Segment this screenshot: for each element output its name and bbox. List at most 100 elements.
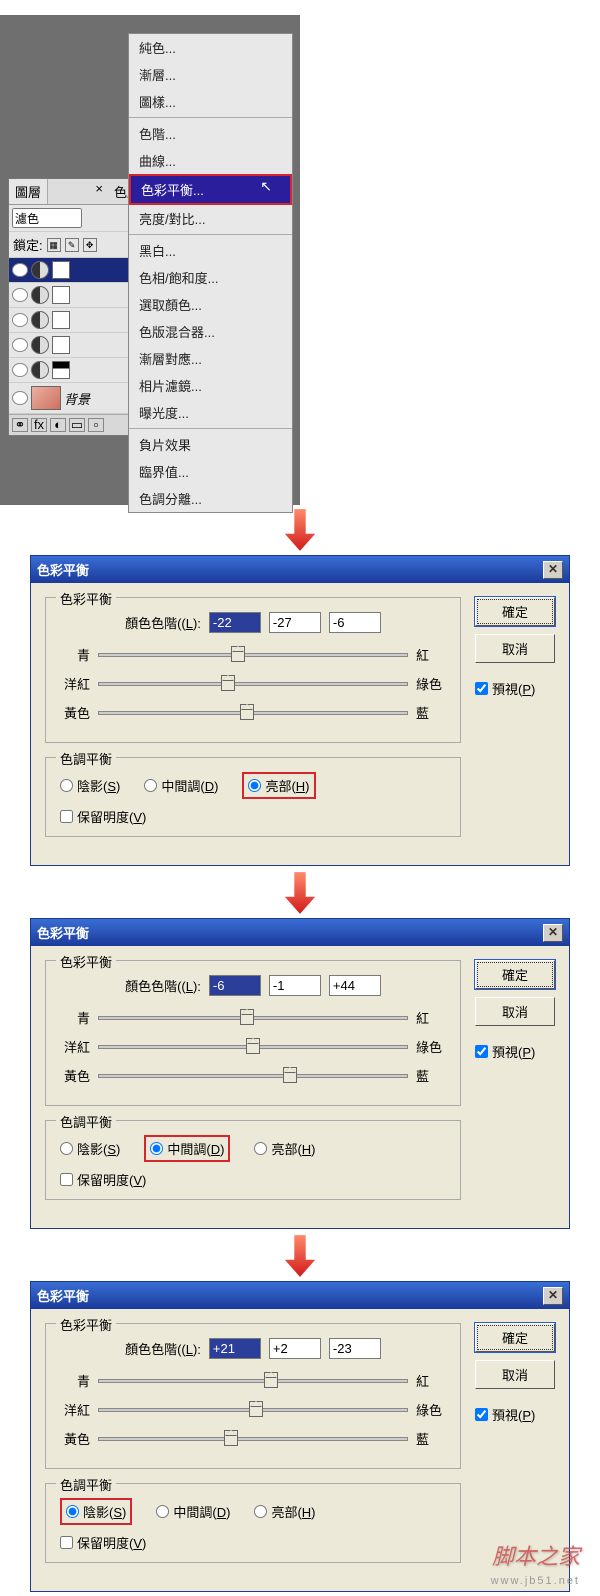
menu-item[interactable]: 臨界值... [129,458,292,485]
cancel-button[interactable]: 取消 [475,634,555,663]
mask-icon[interactable]: ◐ [50,418,66,432]
menu-item[interactable]: 漸層對應... [129,345,292,372]
menu-item[interactable]: 亮度/對比... [129,205,292,232]
layer-row[interactable] [9,333,147,358]
tone-radio-hl[interactable]: 亮部(H) [254,1502,315,1521]
preview-checkbox[interactable]: 預視(P) [475,679,555,698]
close-button[interactable]: ✕ [543,1287,563,1305]
slider-track[interactable] [98,1074,408,1078]
slider-thumb[interactable] [240,704,254,720]
slider-thumb[interactable] [221,675,235,691]
tab-close-icon[interactable]: × [90,179,108,204]
menu-item[interactable]: 相片濾鏡... [129,372,292,399]
new-layer-icon[interactable]: ▫ [88,418,104,432]
preserve-luminosity-checkbox[interactable]: 保留明度(V) [60,1170,446,1189]
slider-thumb[interactable] [224,1430,238,1446]
preview-checkbox[interactable]: 預視(P) [475,1405,555,1424]
slider-track[interactable] [98,1016,408,1020]
level-input-2[interactable] [269,612,321,633]
slider-thumb[interactable] [231,646,245,662]
tone-radio-hl[interactable]: 亮部(H) [242,772,315,799]
preserve-luminosity-checkbox[interactable]: 保留明度(V) [60,1533,446,1552]
tone-radio-hl[interactable]: 亮部(H) [254,1139,315,1158]
slider-thumb[interactable] [246,1038,260,1054]
titlebar: 色彩平衡 ✕ [31,556,569,583]
menu-item[interactable]: 色彩平衡...↖ [129,174,292,205]
group-title: 色調平衡 [56,1475,116,1494]
tone-radio-mid[interactable]: 中間調(D) [156,1502,230,1521]
layer-row[interactable]: 背景 [9,383,147,414]
menu-item[interactable]: 曝光度... [129,399,292,426]
level-input-1[interactable] [209,612,261,633]
menu-item[interactable]: 黑白... [129,237,292,264]
menu-item[interactable]: 負片效果 [129,431,292,458]
slider-track[interactable] [98,1437,408,1441]
level-input-1[interactable] [209,1338,261,1359]
preview-checkbox[interactable]: 預視(P) [475,1042,555,1061]
menu-item[interactable]: 色階... [129,120,292,147]
preserve-luminosity-checkbox[interactable]: 保留明度(V) [60,807,446,826]
close-button[interactable]: ✕ [543,561,563,579]
tone-radio-shadows[interactable]: 陰影(S) [60,1498,132,1525]
visibility-icon[interactable] [12,313,28,327]
layer-row[interactable] [9,258,147,283]
level-input-2[interactable] [269,975,321,996]
layer-name: 背景 [64,389,90,408]
lock-transparent-icon[interactable]: ▦ [47,238,61,252]
level-input-3[interactable] [329,975,381,996]
fx-icon[interactable]: fx [31,418,47,432]
menu-item[interactable]: 選取顏色... [129,291,292,318]
slider-track[interactable] [98,682,408,686]
level-input-1[interactable] [209,975,261,996]
lock-position-icon[interactable]: ✥ [83,238,97,252]
slider-row: 青 紅 [60,1371,446,1390]
menu-item[interactable]: 色相/飽和度... [129,264,292,291]
folder-icon[interactable]: ▭ [69,418,85,432]
layer-row[interactable] [9,283,147,308]
slider-track[interactable] [98,1408,408,1412]
lock-paint-icon[interactable]: ✎ [65,238,79,252]
slider-thumb[interactable] [240,1009,254,1025]
levels-label: 顏色色階((L): [125,613,201,632]
level-input-3[interactable] [329,1338,381,1359]
menu-item[interactable]: 漸層... [129,61,292,88]
layer-row[interactable] [9,358,147,383]
ok-button[interactable]: 確定 [475,1323,555,1352]
visibility-icon[interactable] [12,263,28,277]
slider-right-label: 紅 [416,1008,446,1027]
level-input-2[interactable] [269,1338,321,1359]
tone-radio-mid[interactable]: 中間調(D) [144,776,218,795]
close-button[interactable]: ✕ [543,924,563,942]
slider-thumb[interactable] [283,1067,297,1083]
layer-mask-icon [52,286,70,304]
tone-radio-mid[interactable]: 中間調(D) [144,1135,230,1162]
menu-item[interactable]: 色版混合器... [129,318,292,345]
tone-radio-shadows[interactable]: 陰影(S) [60,776,120,795]
slider-thumb[interactable] [249,1401,263,1417]
slider-track[interactable] [98,711,408,715]
visibility-icon[interactable] [12,338,28,352]
slider-track[interactable] [98,1379,408,1383]
titlebar: 色彩平衡 ✕ [31,919,569,946]
visibility-icon[interactable] [12,288,28,302]
slider-thumb[interactable] [264,1372,278,1388]
level-input-3[interactable] [329,612,381,633]
slider-left-label: 洋紅 [60,1400,90,1419]
ok-button[interactable]: 確定 [475,960,555,989]
slider-track[interactable] [98,653,408,657]
menu-item[interactable]: 色調分離... [129,485,292,512]
visibility-icon[interactable] [12,391,28,405]
slider-track[interactable] [98,1045,408,1049]
menu-item[interactable]: 純色... [129,34,292,61]
cancel-button[interactable]: 取消 [475,1360,555,1389]
tab-layers[interactable]: 圖層 [9,179,48,204]
tone-radio-shadows[interactable]: 陰影(S) [60,1139,120,1158]
blend-mode-select[interactable] [12,208,82,228]
cancel-button[interactable]: 取消 [475,997,555,1026]
ok-button[interactable]: 確定 [475,597,555,626]
menu-item[interactable]: 曲線... [129,147,292,174]
layer-row[interactable] [9,308,147,333]
menu-item[interactable]: 圖樣... [129,88,292,115]
link-icon[interactable]: ⚭ [12,418,28,432]
visibility-icon[interactable] [12,363,28,377]
